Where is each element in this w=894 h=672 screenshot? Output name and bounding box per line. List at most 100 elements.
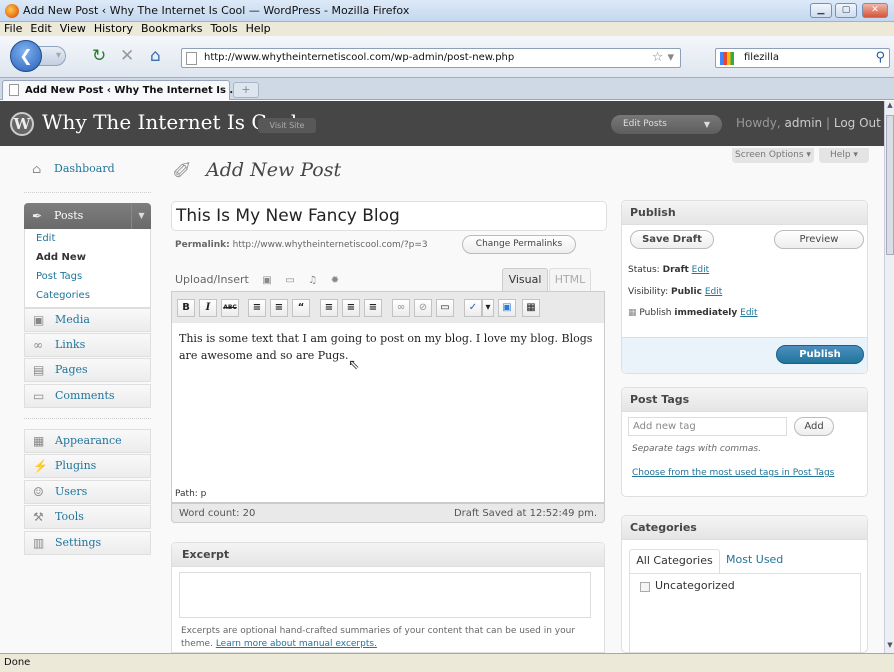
menu-help[interactable]: Help [242,22,275,35]
publish-actions: Publish [622,337,867,373]
menu-view[interactable]: View [56,22,90,35]
spellcheck-button[interactable]: ✓ [464,299,482,317]
permalink-url[interactable]: http://www.whytheinternetiscool.com/?p=3 [233,240,428,250]
save-draft-button[interactable]: Save Draft [630,230,714,249]
sidebar-item-settings[interactable]: ▥ Settings [24,531,151,555]
sidebar-item-media[interactable]: ▣ Media [24,308,151,332]
plugins-icon: ⚡ [33,459,48,473]
sidebar-item-label: Links [55,338,86,351]
search-bar[interactable]: filezilla ⚲ [715,48,890,68]
sidebar-item-links[interactable]: ∞ Links [24,333,151,357]
categories-heading[interactable]: Categories [622,516,867,540]
sidebar-item-pages[interactable]: ▤ Pages [24,358,151,382]
back-button[interactable]: ❮ [10,40,42,72]
add-tag-button[interactable]: Add [794,417,834,436]
learn-more-link[interactable]: Learn more about manual excerpts. [216,639,377,649]
favorite-actions-dropdown[interactable]: Edit Posts ▼ [611,115,722,134]
category-label[interactable]: Uncategorized [655,579,735,592]
page-scrollbar[interactable]: ▲ ▼ [884,101,894,653]
sidebar-item-users[interactable]: ☺ Users [24,480,151,504]
tab-most-used[interactable]: Most Used [726,549,783,571]
star-icon[interactable]: ☆ ▾ [652,50,674,65]
submenu-add-new[interactable]: Add New [25,248,150,267]
scroll-up-icon[interactable]: ▲ [885,101,894,113]
align-right-button[interactable]: ≡ [364,299,382,317]
google-icon[interactable] [720,52,734,65]
preview-button[interactable]: Preview [774,230,864,249]
numbered-list-button[interactable]: ≡ [270,299,288,317]
menu-bookmarks[interactable]: Bookmarks [137,22,206,35]
post-tags-heading[interactable]: Post Tags [622,388,867,412]
excerpt-heading[interactable]: Excerpt [172,543,604,567]
post-title-input[interactable]: This Is My New Fancy Blog [171,201,607,231]
add-image-icon[interactable]: ▣ [262,275,271,286]
italic-button[interactable]: I [199,299,217,317]
tab-visual[interactable]: Visual [502,268,548,291]
align-center-button[interactable]: ≡ [342,299,360,317]
post-tags-box: Post Tags Add new tag Add Separate tags … [621,387,868,497]
add-video-icon[interactable]: ▭ [285,275,294,286]
sidebar-item-plugins[interactable]: ⚡ Plugins [24,454,151,478]
expand-arrow-icon[interactable]: ▼ [131,203,151,229]
menu-edit[interactable]: Edit [26,22,55,35]
menu-tools[interactable]: Tools [206,22,241,35]
search-icon[interactable]: ⚲ [875,50,885,65]
submenu-categories[interactable]: Categories [25,286,150,305]
add-media-icon[interactable]: ✹ [331,275,339,286]
menu-file[interactable]: File [0,22,26,35]
add-audio-icon[interactable]: ♫ [308,275,317,286]
tab-all-categories[interactable]: All Categories [629,549,720,573]
minimize-button[interactable]: ▁ [810,3,832,18]
blockquote-button[interactable]: “ [292,299,310,317]
unlink-button[interactable]: ⊘ [414,299,432,317]
submenu-post-tags[interactable]: Post Tags [25,267,150,286]
dropdown-arrow-icon[interactable]: ▼ [704,115,710,134]
category-checkbox[interactable] [640,582,650,592]
scroll-thumb[interactable] [886,115,894,255]
excerpt-textarea[interactable] [179,572,591,618]
spellcheck-dropdown-icon[interactable]: ▾ [482,299,494,317]
media-icon: ▣ [33,313,45,327]
settings-icon: ▥ [33,536,45,550]
scroll-down-icon[interactable]: ▼ [885,641,894,653]
post-content-editor[interactable]: This is some text that I am going to pos… [171,323,605,486]
bold-button[interactable]: B [177,299,195,317]
forward-button[interactable]: ▾ [38,46,66,66]
publish-heading[interactable]: Publish [622,201,867,225]
sidebar-item-comments[interactable]: ▭ Comments [24,384,151,408]
browser-tab[interactable]: Add New Post ‹ Why The Internet Is ... [2,80,241,100]
fullscreen-button[interactable]: ▣ [498,299,516,317]
strikethrough-button[interactable]: ABC [221,299,239,317]
more-tag-button[interactable]: ▭ [436,299,454,317]
new-tab-button[interactable]: + [233,82,259,98]
user-link[interactable]: admin [785,116,823,130]
screen-options-button[interactable]: Screen Options ▾ [732,148,814,163]
tag-input[interactable]: Add new tag [628,417,787,436]
sidebar-item-appearance[interactable]: ▦ Appearance [24,429,151,453]
publish-button[interactable]: Publish [776,345,864,364]
maximize-button[interactable]: ▢ [835,3,857,18]
change-permalinks-button[interactable]: Change Permalinks [462,235,576,254]
sidebar-item-posts[interactable]: ✒ Posts ▼ [24,203,151,229]
visit-site-button[interactable]: Visit Site [258,118,316,133]
help-button[interactable]: Help ▾ [819,148,869,163]
home-icon[interactable]: ⌂ [150,47,161,65]
choose-tags-link[interactable]: Choose from the most used tags in Post T… [632,467,857,480]
kitchen-sink-button[interactable]: ▦ [522,299,540,317]
tab-html[interactable]: HTML [549,268,591,291]
sidebar-item-dashboard[interactable]: ⌂ Dashboard [24,158,151,182]
logout-link[interactable]: Log Out [834,116,881,130]
edit-status-link[interactable]: Edit [692,265,709,275]
bullet-list-button[interactable]: ≡ [248,299,266,317]
submenu-edit[interactable]: Edit [25,229,150,248]
stop-icon[interactable]: ✕ [120,47,134,65]
edit-publish-time-link[interactable]: Edit [740,308,757,318]
link-button[interactable]: ∞ [392,299,410,317]
edit-visibility-link[interactable]: Edit [705,287,722,297]
align-left-button[interactable]: ≡ [320,299,338,317]
close-button[interactable]: ✕ [862,3,888,18]
menu-history[interactable]: History [90,22,137,35]
reload-icon[interactable]: ↻ [92,47,106,65]
url-bar[interactable]: http://www.whytheinternetiscool.com/wp-a… [181,48,681,68]
sidebar-item-tools[interactable]: ⚒ Tools [24,505,151,529]
